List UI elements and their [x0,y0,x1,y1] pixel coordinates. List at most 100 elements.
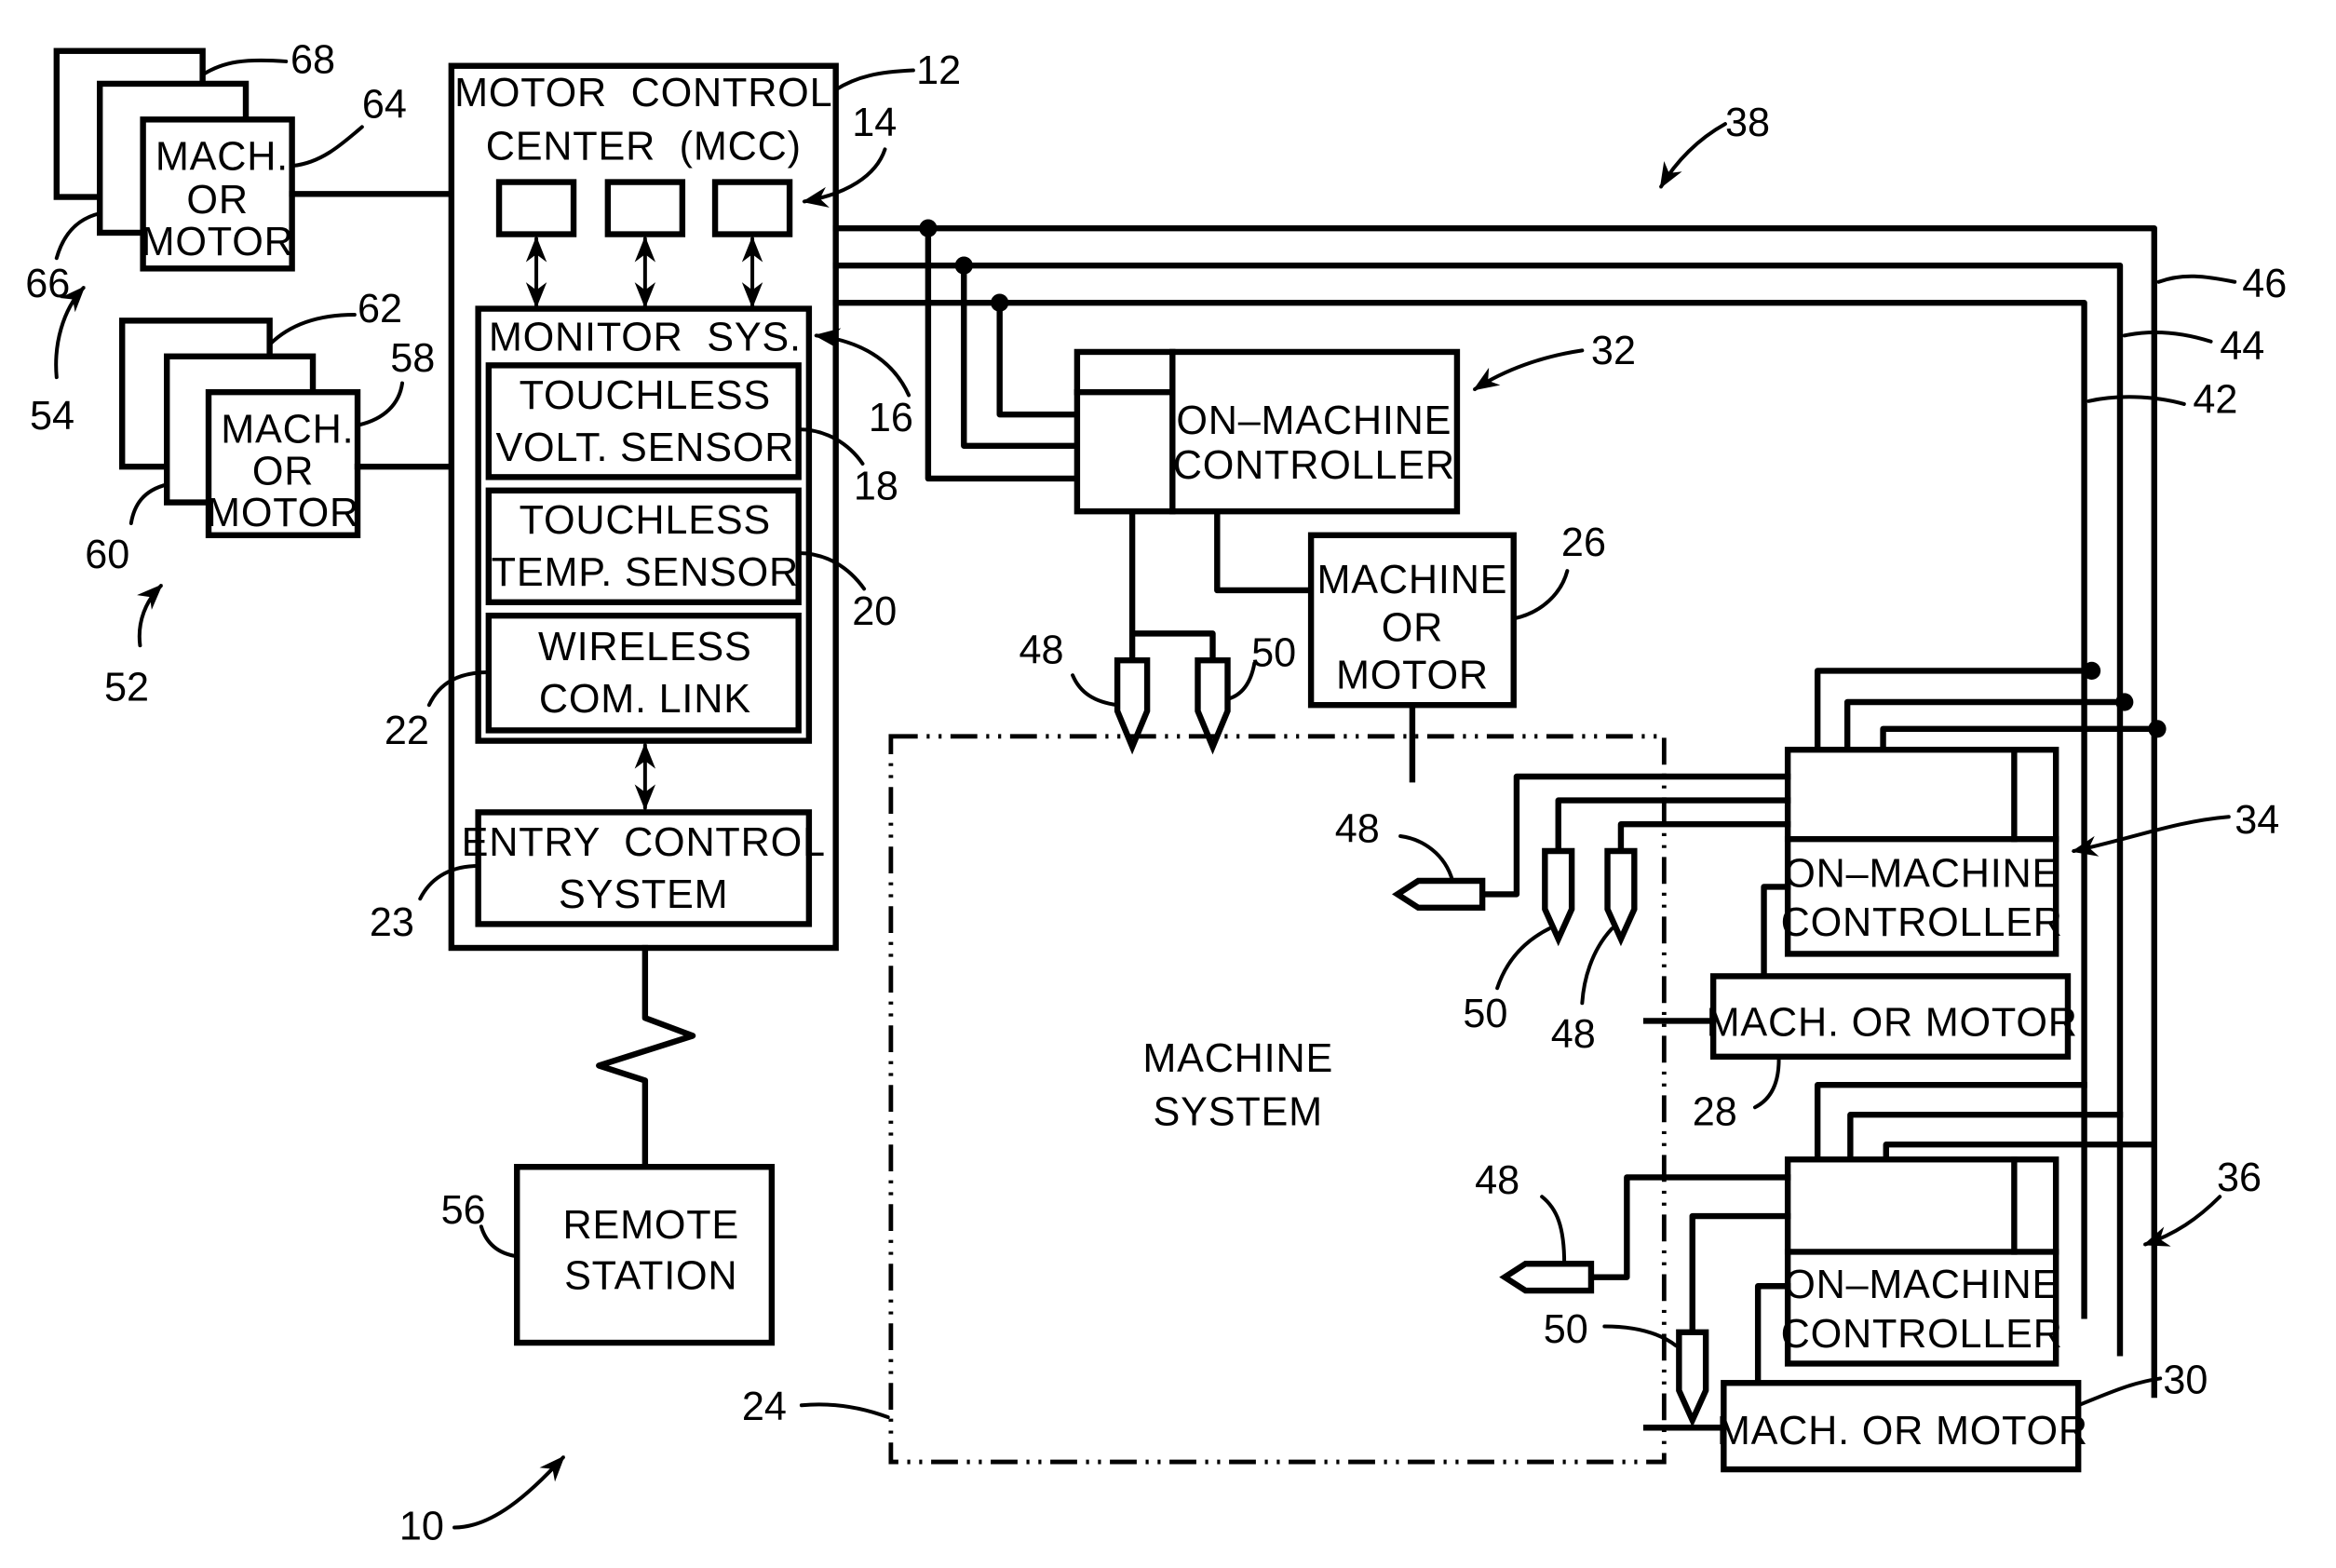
machine-28-label: MACH. OR MOTOR [1707,1000,2078,1045]
controller-36-line2: CONTROLLER [1781,1312,2063,1357]
wireless-line2: COM. LINK [539,677,751,722]
machine-group-52: MACH. OR MOTOR 62 58 60 52 [85,287,455,710]
machine-system-line1: MACHINE [1142,1036,1333,1081]
leader-62 [267,312,357,346]
leader-12 [833,68,915,92]
ref-50-top: 50 [1251,631,1296,676]
temp-sensor-line1: TOUCHLESS [520,498,771,543]
machine-64-line2: OR [186,178,248,223]
leader-28 [1752,1058,1781,1110]
temp-sensor-50-top[interactable] [1195,656,1231,755]
ref-28: 28 [1693,1089,1737,1134]
ref-38: 38 [1725,101,1770,145]
mcc-unit-2[interactable] [604,179,686,237]
ref-48-top: 48 [1019,628,1063,672]
link-32-machine26 [1214,507,1315,594]
leader-48-mid-left [1398,834,1455,884]
leader-30 [2076,1376,2163,1408]
temp-sensor-50-low[interactable] [1676,1329,1709,1428]
wireless-line1: WIRELESS [538,625,752,669]
ref-26: 26 [1561,520,1606,565]
ref-34: 34 [2235,798,2279,843]
entry-control-line2: SYSTEM [559,872,728,917]
leader-44 [2122,331,2213,344]
ref-62: 62 [358,287,402,331]
leader-50-top [1225,661,1257,701]
leader-50-mid [1495,926,1552,991]
leader-48-mid [1580,926,1614,1006]
leader-42 [2086,395,2186,406]
ref-60: 60 [85,533,129,577]
volt-sensor-48-low[interactable] [1499,1261,1595,1294]
controller-34-line1: ON–MACHINE [1784,851,2059,896]
machine-26-line3: MOTOR [1336,654,1489,698]
motor-control-center: MOTOR CONTROL CENTER (MCC) 12 14 MONITOR… [370,48,961,952]
ref-48-low: 48 [1475,1158,1519,1203]
mcc-unit-1[interactable] [495,179,577,237]
ref-24: 24 [742,1385,787,1429]
remote-station-line2: STATION [564,1253,737,1298]
drop-36-a [1814,1082,2087,1163]
drop-34-c [1880,725,2161,753]
volt-sensor-line1: TOUCHLESS [520,373,771,418]
machine-58-line3: MOTOR [207,491,359,535]
ref-30: 30 [2163,1358,2208,1402]
ref-50-low: 50 [1544,1307,1588,1352]
link-32-sensors [1128,507,1216,664]
arrow-32 [1472,348,1585,391]
volt-sensor-48-top[interactable] [1114,656,1151,755]
mcc-title-line1: MOTOR CONTROL [454,71,832,115]
machine-30-label: MACH. OR MOTOR [1717,1409,2088,1453]
ref-20: 20 [852,589,897,634]
drop-32-b [961,262,1081,449]
leader-56 [479,1224,520,1259]
patent-diagram: MACH. OR MOTOR 68 64 66 54 MACH. OR MOTO… [25,38,2287,1549]
monitor-system-label: MONITOR SYS. [489,315,802,359]
machine-58-line1: MACH. [221,408,354,453]
machine-26-line1: MACHINE [1317,558,1508,602]
leader-68 [200,58,289,77]
ref-32: 32 [1591,329,1636,373]
temp-sensor-50-mid[interactable] [1542,847,1575,947]
ref-44: 44 [2220,324,2264,369]
ref-12: 12 [916,48,961,93]
ref-56: 56 [441,1188,486,1233]
leader-26 [1511,569,1570,621]
leader-58 [357,381,405,427]
link-36-sensor50 [1689,1212,1791,1336]
ref-54: 54 [30,394,74,439]
ref-48-mid-left: 48 [1335,806,1380,851]
machine-64-line3: MOTOR [142,220,294,264]
ref-18: 18 [854,464,898,508]
mcc-unit-3[interactable] [711,179,793,237]
volt-sensor-line2: VOLT. SENSOR [495,426,794,470]
network-bus: 38 46 44 42 [832,101,2287,1399]
leader-48-low [1540,1195,1567,1266]
ref-42: 42 [2193,378,2237,423]
leader-60 [128,482,169,525]
arrow-34 [2071,815,2231,857]
leader-48-top [1071,673,1120,708]
ref-23: 23 [370,900,414,945]
temp-sensor-line2: TEMP. SENSOR [492,550,799,595]
controller-34-line2: CONTROLLER [1781,900,2063,945]
machine-system-line2: SYSTEM [1154,1089,1323,1134]
ref-58: 58 [390,336,435,381]
volt-sensor-48-mid-left[interactable] [1392,877,1486,912]
drop-36-b [1847,1112,2124,1163]
controller-32-line1: ON–MACHINE [1176,399,1452,443]
machine-58-line2: OR [252,449,314,493]
remote-station-line1: REMOTE [562,1203,739,1248]
ref-52: 52 [104,665,149,710]
ref-14: 14 [852,101,897,145]
controller-34-group: ON–MACHINE CONTROLLER 34 48 50 48 MACH. … [1335,661,2279,1134]
ref-66: 66 [25,262,70,306]
ref-22: 22 [385,709,429,753]
arrow-10 [452,1455,565,1530]
ref-64: 64 [362,83,407,128]
arrow-52 [137,584,163,648]
volt-sensor-48-mid[interactable] [1604,847,1638,947]
ref-36: 36 [2217,1156,2262,1200]
leader-24 [799,1402,890,1420]
ref-50-mid: 50 [1463,992,1507,1036]
